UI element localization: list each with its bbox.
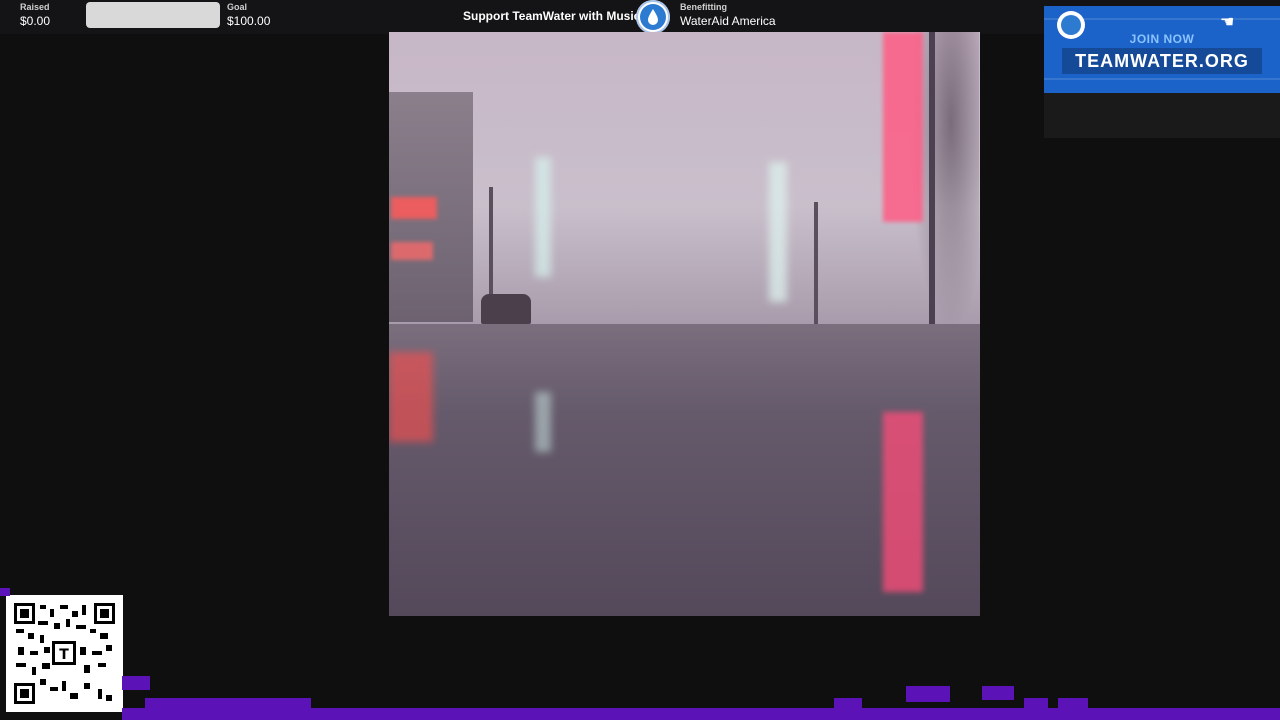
goal-label: Goal <box>227 2 248 12</box>
visualizer-bar <box>0 588 10 596</box>
ad-panel-background <box>1044 93 1280 138</box>
visualizer-bar <box>122 676 150 690</box>
donation-progress-bar <box>86 2 220 28</box>
teamwater-url-text: TEAMWATER.ORG <box>1062 48 1262 74</box>
teamwater-ad-banner[interactable]: ☚ JOIN NOW TEAMWATER.ORG <box>1044 6 1280 93</box>
qr-code-icon: T <box>6 595 123 712</box>
album-art <box>389 32 980 616</box>
join-now-text: JOIN NOW <box>1129 32 1195 46</box>
svg-text:T: T <box>59 647 69 663</box>
raised-value: $0.00 <box>20 14 51 28</box>
visualizer-bar <box>122 708 1280 720</box>
raised-label: Raised <box>20 2 50 12</box>
visualizer-bar <box>1024 698 1048 708</box>
goal-value: $100.00 <box>227 14 271 28</box>
visualizer-bar <box>1058 698 1088 708</box>
visualizer-bar <box>906 686 950 702</box>
pointing-hand-icon: ☚ <box>1220 14 1235 31</box>
water-drop-icon <box>636 0 670 34</box>
campaign-title: Support TeamWater with Music <box>463 9 641 23</box>
visualizer-bar <box>982 686 1014 700</box>
visualizer-bar <box>834 698 862 708</box>
benefitting-value: WaterAid America <box>680 14 776 28</box>
benefitting-label: Benefitting <box>680 2 727 12</box>
